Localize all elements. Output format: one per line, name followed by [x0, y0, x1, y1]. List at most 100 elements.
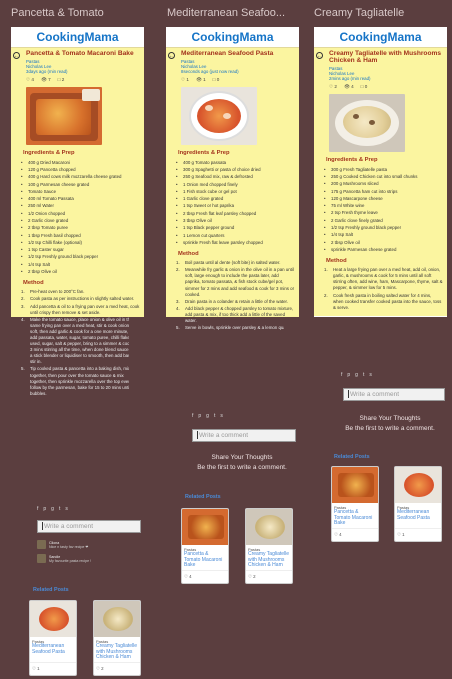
related-title[interactable]: Creamy Tagliatelle with Mushrooms Chicke… [246, 551, 292, 570]
recipe-card: CookingMama ← Pancetta & Tomato Macaroni… [11, 27, 144, 317]
ingredient-item: 400 ml Tomato Passata [21, 195, 140, 203]
ingredient-item: 1/4 tsp Salt [324, 231, 443, 239]
comments-count: □ 0 [212, 76, 220, 82]
recipe-title: Pancetta & Tomato Macaroni Bake [26, 50, 134, 57]
related-likes[interactable]: ♡ 4 [332, 528, 378, 541]
ingredient-item: 250 ml Water [21, 202, 140, 210]
related-title[interactable]: Creamy Tagliatelle with Mushrooms Chicke… [94, 643, 140, 662]
ingredient-item: 75 ml White wine [324, 202, 443, 210]
ingredient-item: 1 Garlic clove grated [176, 195, 295, 203]
google-icon[interactable]: g [355, 372, 358, 378]
twitter-icon[interactable]: t [59, 506, 60, 512]
google-icon[interactable]: g [206, 413, 209, 419]
related-likes[interactable]: ♡ 4 [182, 570, 228, 583]
pinterest-icon[interactable]: p [347, 372, 350, 378]
related-likes[interactable]: ♡ 1 [395, 528, 441, 541]
ingredient-item: 1 tsp Caster sugar [21, 246, 140, 254]
ingredient-item: 1 Lemon cut quarters [176, 232, 295, 240]
twitter-icon[interactable]: t [214, 413, 215, 419]
ingredient-item: 1/2 tsp Chilli flake (optional) [21, 239, 140, 247]
facebook-icon[interactable]: f [37, 506, 38, 512]
ingredient-item: 1/2 tsp Freshly ground black pepper [324, 224, 443, 232]
share-icon[interactable]: s [369, 372, 372, 378]
related-likes[interactable]: ♡ 2 [94, 662, 140, 675]
pinterest-icon[interactable]: p [43, 506, 46, 512]
back-icon[interactable]: ← [13, 52, 20, 59]
related-heading: Related Posts [33, 587, 69, 593]
method-step: 1. Boil pasta until al dente (soft bite) … [176, 260, 281, 266]
related-card[interactable]: Pastas Mediterranean Seafood Pasta ♡ 1 [394, 466, 442, 542]
ingredient-item: Tomato Sauce [21, 188, 140, 196]
method-heading: Method [326, 258, 347, 265]
ingredient-item: 120 g Mascarpone cheese [324, 195, 443, 203]
ingredient-item: 200 g Mushrooms sliced [324, 180, 443, 188]
ingredient-item: sprinkle Fresh flat leave parsley choppe… [176, 239, 295, 247]
method-step: 2. Cook pasta as per instructions in slig… [21, 296, 135, 302]
likes-count[interactable]: ♡ 1 [181, 77, 189, 83]
comment-input[interactable]: Write a comment [37, 520, 141, 533]
share-icon[interactable]: s [220, 413, 223, 419]
ingredient-item: 3 tbsp Olive oil [176, 217, 295, 225]
ingredient-item: 2 tsp Fresh thyme leave [324, 209, 443, 217]
social-share-bar: f p g t s [341, 372, 372, 378]
likes-count[interactable]: ♡ 4 [26, 77, 34, 83]
method-step: 3. Add pancetta & oil to a frying pan ove… [21, 303, 140, 315]
related-card[interactable]: Pastas Creamy Tagliatelle with Mushrooms… [245, 508, 293, 584]
google-icon[interactable]: g [51, 506, 54, 512]
method-heading: Method [23, 280, 44, 287]
related-card[interactable]: Pastas Pancetta & Tomato Macaroni Bake ♡… [331, 466, 379, 542]
method-step: 1. Pre-heat oven to 200°C fan. [21, 289, 85, 295]
comment-input[interactable]: Write a comment [192, 429, 296, 442]
method-continued: 1.Pre-heat oven to 200°C fan.2.Cook past… [21, 317, 129, 495]
ingredient-item: 120 g Pancetta chopped [21, 166, 140, 174]
brand-logo[interactable]: CookingMama [11, 27, 144, 48]
related-image [94, 601, 140, 637]
pinterest-icon[interactable]: p [198, 413, 201, 419]
ingredient-item: 300 g Fresh Tagliatelle pasta [324, 166, 443, 174]
method-step: 2. Cook fresh pasta in boiling salted wat… [324, 292, 442, 310]
avatar [37, 540, 46, 549]
method-step: 3. Drain pasta in a colander & retain a l… [176, 298, 288, 304]
ingredients-heading: Ingredients & Prep [23, 149, 75, 156]
recipe-posted: 8seconds ago (just now read) [181, 69, 239, 75]
method-step: 4.Add black pepper & chopped parsley to … [176, 305, 294, 317]
twitter-icon[interactable]: t [363, 372, 364, 378]
comment-input[interactable]: Write a comment [343, 388, 445, 401]
related-card[interactable]: Pastas Creamy Tagliatelle with Mushrooms… [93, 600, 141, 676]
ingredient-item: 2 Garlic clove grated [21, 217, 140, 225]
back-icon[interactable]: ← [316, 52, 323, 59]
avatar [37, 554, 46, 563]
column-title: Creamy Tagliatelle [314, 7, 405, 19]
brand-logo[interactable]: CookingMama [166, 27, 299, 48]
related-likes[interactable]: ♡ 1 [30, 662, 76, 675]
comment-item: Sandie My favourite pasta recipe ! [37, 554, 91, 563]
ingredient-item: 1/2 tsp Freshly ground black pepper [21, 253, 140, 261]
facebook-icon[interactable]: f [341, 372, 342, 378]
related-title[interactable]: Mediterranean Seafood Pasta [395, 509, 441, 528]
related-likes[interactable]: ♡ 2 [246, 570, 292, 583]
share-icon[interactable]: s [65, 506, 68, 512]
social-share-bar: f p g t s [37, 506, 68, 512]
ingredient-item: 300 g Spaghetti or pasta of choice dried [176, 166, 295, 174]
facebook-icon[interactable]: f [192, 413, 193, 419]
ingredient-item: 1 Onion med chopped finely [176, 181, 295, 189]
ingredient-item: 100 g Parmesan cheese grated [21, 181, 140, 189]
method-step: 5. Serve in bowls, sprinkle over parsley … [176, 325, 284, 331]
brand-logo[interactable]: CookingMama [314, 27, 447, 48]
related-title[interactable]: Pancetta & Tomato Macaroni Bake [332, 509, 378, 528]
back-icon[interactable]: ← [168, 52, 175, 59]
share-thoughts: Share Your Thoughts Be the first to writ… [345, 415, 435, 432]
related-card[interactable]: Pastas Pancetta & Tomato Macaroni Bake ♡… [181, 508, 229, 584]
ingredient-item: 1 tsp Black pepper ground [176, 224, 295, 232]
ingredient-item: 2 tbsp Olive oil [21, 268, 140, 276]
related-card[interactable]: Pastas Mediterranean Seafood Pasta ♡ 1 [29, 600, 77, 676]
likes-count[interactable]: ♡ 2 [329, 84, 337, 90]
ingredient-item: 400 g Dried Macaroni [21, 159, 140, 167]
ingredient-item: 400 g Hard cows milk mozzarella cheese g… [21, 173, 140, 181]
views-count: 👁 1 [195, 76, 206, 82]
related-title[interactable]: Pancetta & Tomato Macaroni Bake [182, 551, 228, 570]
related-title[interactable]: Mediterranean Seafood Pasta [30, 643, 76, 662]
ingredient-item: sprinkle Parmesan cheese grated [324, 246, 443, 254]
method-step: 5. Tip cooked pasta & pancetta into a bak… [21, 366, 129, 396]
comments-count: □ 0 [360, 83, 368, 89]
